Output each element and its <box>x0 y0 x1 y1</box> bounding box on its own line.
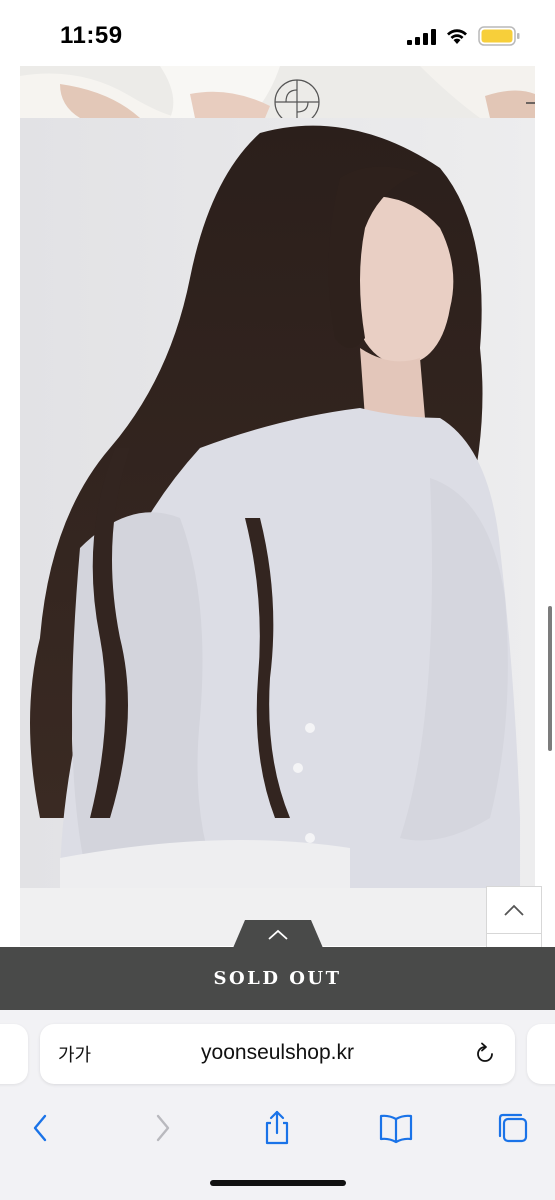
forward-button[interactable] <box>140 1106 184 1150</box>
share-icon <box>265 1110 289 1145</box>
expand-purchase-panel-button[interactable] <box>233 920 323 948</box>
web-page-content[interactable] <box>0 66 555 982</box>
browser-chrome: 가가 yoonseulshop.kr <box>0 1010 555 1200</box>
sold-out-label: SOLD OUT <box>213 968 342 989</box>
next-tab-peek[interactable] <box>527 1024 555 1084</box>
address-bar[interactable]: 가가 yoonseulshop.kr <box>40 1024 515 1084</box>
battery-icon <box>478 26 520 46</box>
back-button[interactable] <box>19 1106 63 1150</box>
plus-icon[interactable] <box>525 90 535 116</box>
tabs-icon <box>498 1113 528 1143</box>
home-indicator[interactable] <box>210 1180 346 1186</box>
status-time: 11:59 <box>60 22 123 49</box>
page-scrollbar[interactable] <box>548 606 552 751</box>
tabs-button[interactable] <box>491 1106 535 1150</box>
chevron-left-icon <box>33 1114 47 1142</box>
scroll-to-top-button[interactable] <box>487 887 541 934</box>
bookmarks-button[interactable] <box>374 1106 418 1150</box>
chevron-up-icon <box>504 904 524 916</box>
url-text[interactable]: yoonseulshop.kr <box>40 1041 515 1065</box>
previous-tab-peek[interactable] <box>0 1024 28 1084</box>
browser-toolbar <box>0 1098 555 1168</box>
status-bar: 11:59 <box>0 0 555 66</box>
brand-monogram-logo-icon[interactable] <box>266 72 332 118</box>
wifi-icon <box>447 29 467 44</box>
sold-out-bar[interactable]: SOLD OUT <box>0 947 555 1010</box>
reload-icon[interactable] <box>472 1041 498 1067</box>
book-icon <box>379 1114 413 1144</box>
product-image <box>20 118 535 888</box>
share-button[interactable] <box>255 1106 299 1150</box>
product-photo-graphic <box>20 118 535 888</box>
chevron-right-icon <box>156 1114 170 1142</box>
cellular-signal-icon <box>407 29 436 45</box>
previous-product-image <box>20 66 535 118</box>
